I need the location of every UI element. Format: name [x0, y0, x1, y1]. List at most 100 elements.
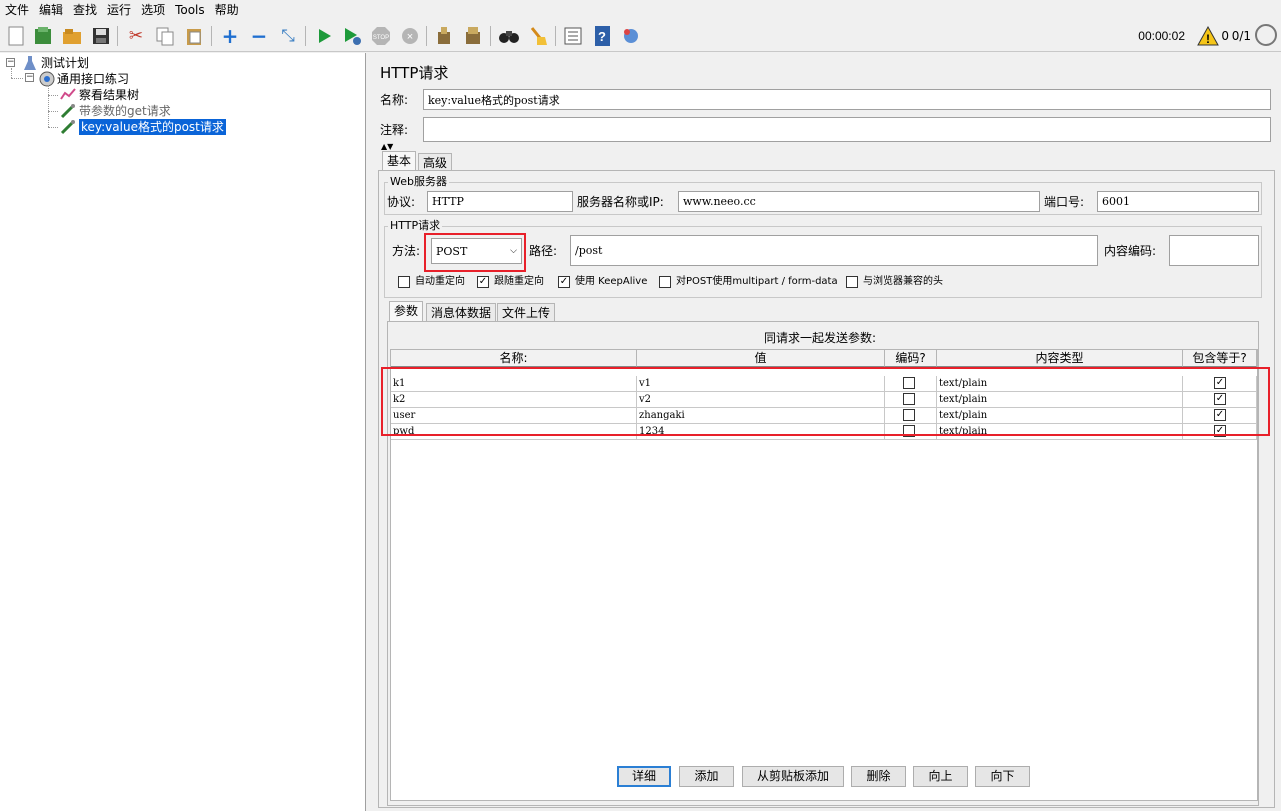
column-header-include-equals[interactable]: 包含等于? [1183, 350, 1257, 367]
follow-redirect-checkbox[interactable]: ✓ [477, 276, 489, 288]
column-header-content-type[interactable]: 内容类型 [937, 350, 1183, 367]
stop-icon[interactable]: STOP [369, 24, 393, 48]
svg-text:STOP: STOP [373, 35, 389, 41]
save-icon[interactable] [89, 24, 113, 48]
browser-headers-checkbox[interactable] [846, 276, 858, 288]
port-field[interactable]: 6001 [1097, 191, 1259, 212]
table-row-encode-cell [885, 376, 937, 392]
table-row-content-type[interactable]: text/plain [937, 408, 1183, 424]
elapsed-timer: 00:00:02 [1138, 29, 1185, 43]
templates-icon[interactable] [31, 24, 55, 48]
column-header-encode[interactable]: 编码? [885, 350, 937, 367]
table-row-name[interactable]: user [391, 408, 637, 424]
menu-options[interactable]: 选项 [136, 0, 170, 20]
menu-tools[interactable]: Tools [170, 0, 210, 20]
tree-node-view-results[interactable]: 察看结果树 [60, 87, 139, 103]
shutdown-icon[interactable]: × [398, 24, 422, 48]
table-row-name[interactable]: pwd [391, 424, 637, 440]
tab-advanced[interactable]: 高级 [418, 153, 453, 171]
keepalive-checkbox[interactable]: ✓ [558, 276, 570, 288]
menu-search[interactable]: 查找 [68, 0, 102, 20]
collapse-toggle-root[interactable]: − [6, 58, 15, 67]
encode-checkbox[interactable] [903, 393, 915, 405]
menu-run[interactable]: 运行 [102, 0, 136, 20]
start-icon[interactable] [312, 24, 336, 48]
path-field[interactable]: /post [570, 235, 1098, 266]
method-select[interactable]: POST ⌵ [431, 238, 522, 264]
table-row-name[interactable]: k2 [391, 392, 637, 408]
include-equals-checkbox[interactable]: ✓ [1214, 425, 1226, 437]
thread-count: 0/1 [1231, 29, 1251, 43]
clear-icon[interactable] [432, 24, 456, 48]
table-row-content-type[interactable]: text/plain [937, 376, 1183, 392]
table-row-value[interactable]: 1234 [637, 424, 885, 440]
server-field[interactable]: www.neeo.cc [678, 191, 1040, 212]
collapse-toggle-thread-group[interactable]: − [25, 73, 34, 82]
function-helper-icon[interactable] [561, 24, 585, 48]
tree-node-post-request[interactable]: key:value格式的post请求 [60, 119, 226, 135]
help-icon[interactable]: ? [590, 24, 614, 48]
reset-search-icon[interactable] [526, 24, 550, 48]
paste-icon[interactable] [182, 24, 206, 48]
keepalive-label: 使用 KeepAlive [575, 276, 648, 287]
encoding-field[interactable] [1169, 235, 1259, 266]
params-caption: 同请求一起发送参数: [764, 331, 877, 345]
name-field[interactable]: key:value格式的post请求 [423, 89, 1271, 110]
include-equals-checkbox[interactable]: ✓ [1214, 393, 1226, 405]
table-row-content-type[interactable]: text/plain [937, 424, 1183, 440]
column-header-value[interactable]: 值 [637, 350, 885, 367]
new-icon[interactable] [4, 24, 28, 48]
add-from-clipboard-button[interactable]: 从剪贴板添加 [742, 766, 844, 787]
table-row-content-type[interactable]: text/plain [937, 392, 1183, 408]
copy-icon[interactable] [153, 24, 177, 48]
tree-node-get-request[interactable]: 带参数的get请求 [60, 103, 171, 119]
collapse-icon[interactable]: − [247, 24, 271, 48]
encode-checkbox[interactable] [903, 425, 915, 437]
tree-node-test-plan[interactable]: 测试计划 [22, 55, 89, 71]
splitter-arrows-icon[interactable]: ▲▼ [381, 143, 393, 151]
toggle-icon[interactable]: ⤡ [276, 24, 300, 48]
include-equals-checkbox[interactable]: ✓ [1214, 377, 1226, 389]
move-up-button[interactable]: 向上 [913, 766, 968, 787]
cut-icon[interactable]: ✂ [124, 24, 148, 48]
add-button[interactable]: 添加 [679, 766, 734, 787]
menu-help[interactable]: 帮助 [210, 0, 244, 20]
protocol-field[interactable]: HTTP [427, 191, 573, 212]
menu-file[interactable]: 文件 [0, 0, 34, 20]
remote-start-icon[interactable] [619, 24, 643, 48]
delete-button[interactable]: 删除 [851, 766, 906, 787]
multipart-checkbox[interactable] [659, 276, 671, 288]
table-row-value[interactable]: v1 [637, 376, 885, 392]
move-down-button[interactable]: 向下 [975, 766, 1030, 787]
include-equals-checkbox[interactable]: ✓ [1214, 409, 1226, 421]
tab-basic[interactable]: 基本 [382, 151, 417, 171]
warning-icon[interactable]: ! [1197, 25, 1219, 46]
tab-body-data[interactable]: 消息体数据 [426, 303, 497, 321]
menu-bar: 文件 编辑 查找 运行 选项 Tools 帮助 [0, 0, 1281, 20]
column-header-name[interactable]: 名称: [391, 350, 637, 367]
auto-redirect-checkbox[interactable] [398, 276, 410, 288]
table-row-value[interactable]: zhangaki [637, 408, 885, 424]
expand-icon[interactable]: + [218, 24, 242, 48]
follow-redirect-label: 跟随重定向 [494, 276, 544, 287]
protocol-label: 协议: [387, 195, 416, 209]
encode-checkbox[interactable] [903, 377, 915, 389]
encode-checkbox[interactable] [903, 409, 915, 421]
clear-all-icon[interactable] [461, 24, 485, 48]
http-request-group-title: HTTP请求 [388, 219, 443, 232]
detail-button[interactable]: 详细 [617, 766, 671, 787]
search-icon[interactable] [497, 24, 521, 48]
open-icon[interactable] [60, 24, 84, 48]
table-row-name[interactable]: k1 [391, 376, 637, 392]
table-row-value[interactable]: v2 [637, 392, 885, 408]
tab-parameters[interactable]: 参数 [389, 301, 424, 321]
start-no-pause-icon[interactable] [340, 24, 364, 48]
multipart-label: 对POST使用multipart / form-data [676, 276, 838, 287]
chevron-down-icon: ⌵ [510, 246, 517, 256]
tab-file-upload[interactable]: 文件上传 [497, 303, 556, 321]
loop-icon[interactable] [1255, 24, 1277, 46]
tree-node-thread-group[interactable]: 通用接口练习 [38, 71, 129, 87]
svg-text:!: ! [1206, 32, 1210, 46]
menu-edit[interactable]: 编辑 [34, 0, 68, 20]
comment-field[interactable] [423, 117, 1271, 142]
